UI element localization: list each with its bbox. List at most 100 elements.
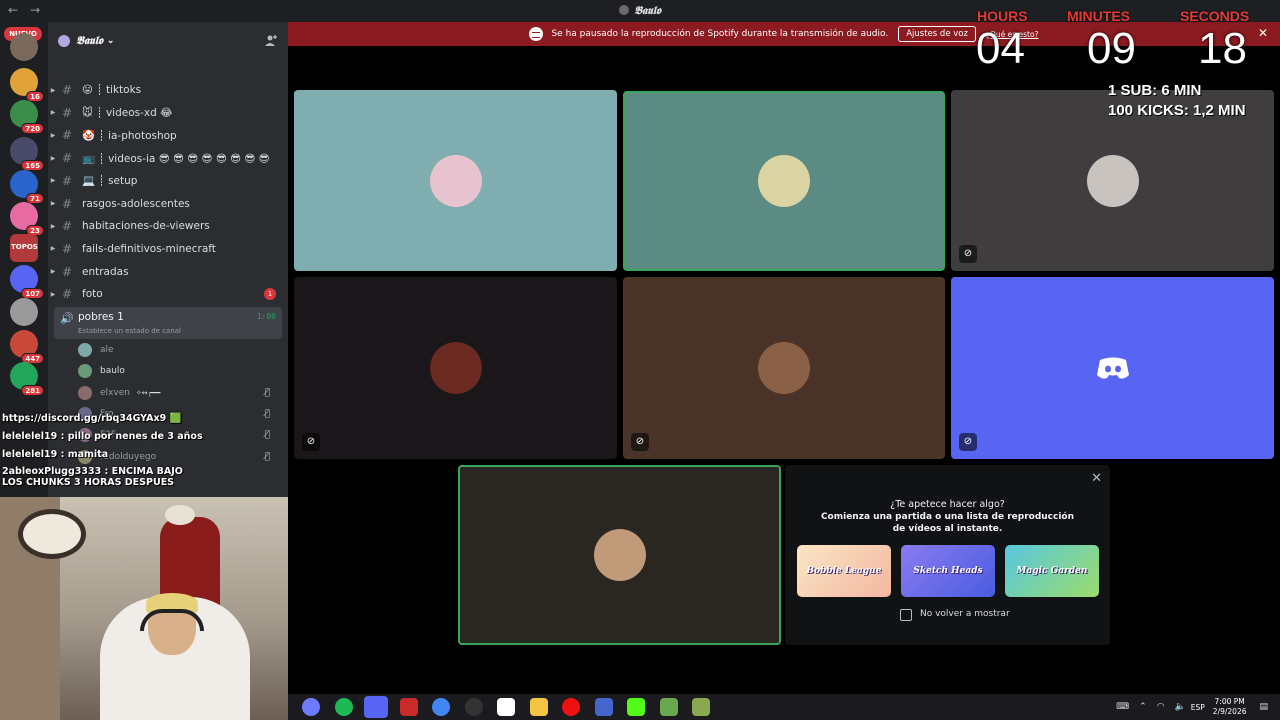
avatar <box>78 343 92 357</box>
system-tray: ⌨ ⌃ ◠ 🔈 ESP 7:00 PM 2/9/2026 ▤ <box>1111 694 1280 720</box>
channel-label: 💻 ┊ setup <box>82 175 138 188</box>
channel-item[interactable]: ▶ # habitaciones-de-viewers <box>48 215 288 237</box>
subathon-timer: HOURS MINUTES SECONDS 04 09 18 1 SUB: 6 … <box>960 6 1280 126</box>
chat-message: lelelelel19 : pillo por nenes de 3 años <box>2 431 203 442</box>
server-icon[interactable]: 71 <box>10 170 44 204</box>
close-icon[interactable]: ✕ <box>1091 471 1102 486</box>
back-arrow-icon[interactable]: ← <box>8 3 18 17</box>
wifi-icon[interactable]: ◠ <box>1157 702 1165 712</box>
server-header[interactable]: 𝕭𝖆𝖚𝖑𝖔 ⌄ <box>48 22 288 60</box>
server-icon[interactable] <box>10 298 38 326</box>
activity-panel: ✕ ¿Te apetece hacer algo? Comienza una p… <box>785 465 1110 645</box>
minecraft-launcher-icon[interactable] <box>692 698 710 716</box>
expand-arrow-icon: ▶ <box>50 200 56 207</box>
chevron-up-icon[interactable]: ⌃ <box>1139 702 1147 712</box>
participant-tile[interactable]: ⊘ <box>623 277 945 459</box>
server-icon[interactable]: 16 <box>10 68 44 102</box>
obs-icon[interactable] <box>464 698 483 716</box>
server-icon[interactable] <box>10 33 38 61</box>
channel-label: entradas <box>82 265 129 278</box>
hours-value: 04 <box>976 24 1025 73</box>
expand-arrow-icon: ▶ <box>50 268 56 276</box>
participant-tile[interactable] <box>623 91 945 271</box>
clock-date: 2/9/2026 <box>1212 707 1247 716</box>
dont-show-again-label: No volver a mostrar <box>920 609 1010 619</box>
avatar <box>593 529 646 581</box>
capcut-icon[interactable] <box>497 698 515 716</box>
participant-tile[interactable] <box>458 465 781 645</box>
channel-item[interactable]: ▶ # 😛 ┊ tiktoks <box>48 79 288 101</box>
voice-member[interactable]: ale <box>78 340 278 360</box>
hashtag-icon: # <box>62 241 73 256</box>
forward-arrow-icon[interactable]: → <box>30 3 40 17</box>
voice-channel-pobres[interactable]: 🔊 pobres 1 1:00 Establece un estado de c… <box>54 307 282 339</box>
voice-member[interactable]: elxven ✧↔┍━━ 🎙̸ <box>78 383 278 403</box>
game-magic-garden[interactable]: Magic Garden <box>1005 545 1099 597</box>
headphones <box>140 609 204 631</box>
clock-time: 7:00 PM <box>1214 697 1245 706</box>
channel-item[interactable]: ▶ # 🤡 ┊ ia-photoshop <box>48 124 288 146</box>
game-bobble-league[interactable]: Bobble League <box>797 545 891 597</box>
avatar <box>1086 154 1139 207</box>
server-icon[interactable]: TOPOS <box>10 234 38 262</box>
participant-tile[interactable]: ⊘ <box>951 277 1274 459</box>
channel-item[interactable]: ▶ # rasgos-adolescentes <box>48 193 288 215</box>
chrome-icon[interactable] <box>432 698 450 716</box>
server-avatar-icon <box>619 5 630 15</box>
discord-logo-icon <box>1096 357 1129 379</box>
app-icon[interactable] <box>594 698 613 716</box>
channel-item[interactable]: ▶ # foto 1 <box>48 283 288 305</box>
avatar <box>758 342 810 394</box>
chat-message: 2ableoxPlugg3333 : ENCIMA BAJO LOS CHUNK… <box>2 466 183 488</box>
dont-show-again-checkbox[interactable] <box>900 609 912 621</box>
volume-icon[interactable]: 🔈 <box>1175 702 1186 712</box>
kick-icon[interactable] <box>627 698 645 716</box>
server-icon[interactable]: 23 <box>10 202 44 236</box>
discord-icon[interactable] <box>364 696 388 718</box>
language-indicator[interactable]: ESP <box>1191 703 1205 712</box>
server-icon[interactable]: 107 <box>10 265 44 299</box>
game-sketch-heads[interactable]: Sketch Heads <box>901 545 995 597</box>
server-icon[interactable]: 720 <box>10 100 44 134</box>
server-icon[interactable]: 281 <box>10 362 44 396</box>
channel-item[interactable]: ▶ # fails-definitivos-minecraft <box>48 238 288 260</box>
minecraft-icon[interactable] <box>659 698 678 716</box>
channel-item[interactable]: ▶ # 🐭 ┊ videos-xd 😂 <box>48 102 288 124</box>
hashtag-icon: # <box>62 173 73 188</box>
taskbar: ⌨ ⌃ ◠ 🔈 ESP 7:00 PM 2/9/2026 ▤ <box>288 694 1280 720</box>
server-icon[interactable]: 165 <box>10 137 44 171</box>
hashtag-icon: # <box>62 196 73 211</box>
channel-item[interactable]: ▶ # 💻 ┊ setup <box>48 170 288 192</box>
muted-mic-icon: 🎙̸ <box>264 387 270 398</box>
member-name: elxven <box>100 387 130 398</box>
copilot-icon[interactable] <box>302 698 320 716</box>
voice-channel-status[interactable]: Establece un estado de canal <box>78 327 181 335</box>
file-explorer-icon[interactable] <box>529 698 548 716</box>
member-name: baulo <box>100 366 125 377</box>
participant-tile[interactable] <box>294 90 617 271</box>
clock[interactable]: 7:00 PM 2/9/2026 <box>1213 697 1247 717</box>
hashtag-icon: # <box>62 105 73 120</box>
channel-item[interactable]: ▶ # 📺 ┊ videos-ia 😎 😎 😎 😎 😎 😎 😎 😎 <box>48 147 288 169</box>
notification-icon[interactable]: ▤ <box>1259 702 1268 712</box>
stream-app-icon[interactable] <box>399 698 418 716</box>
seconds-value: 18 <box>1198 24 1247 73</box>
channel-item[interactable]: ▶ # entradas <box>48 261 288 283</box>
keyboard-icon[interactable]: ⌨ <box>1116 702 1129 712</box>
opera-icon[interactable] <box>562 698 580 716</box>
kicks-rule: 100 KICKS: 1,2 MIN <box>1108 102 1246 119</box>
expand-arrow-icon: ▶ <box>50 290 56 298</box>
server-name: 𝕭𝖆𝖚𝖑𝖔 <box>76 34 103 47</box>
avatar <box>78 364 92 379</box>
voice-channel-time: 1:00 <box>256 312 276 321</box>
participant-tile[interactable]: ⊘ <box>294 277 617 459</box>
chat-message: https://discord.gg/rbq34GYAx9 🟩 <box>2 413 182 424</box>
window-title-text: 𝕭𝖆𝖚𝖑𝖔 <box>634 4 661 17</box>
invite-people-icon[interactable] <box>264 34 278 48</box>
spotify-icon[interactable] <box>334 698 353 716</box>
channel-label: 😛 ┊ tiktoks <box>82 84 142 96</box>
voice-member[interactable]: baulo <box>78 361 278 381</box>
hashtag-icon: # <box>62 219 73 234</box>
server-icon[interactable]: 447 <box>10 330 44 364</box>
window-title: 𝕭𝖆𝖚𝖑𝖔 <box>619 4 661 18</box>
